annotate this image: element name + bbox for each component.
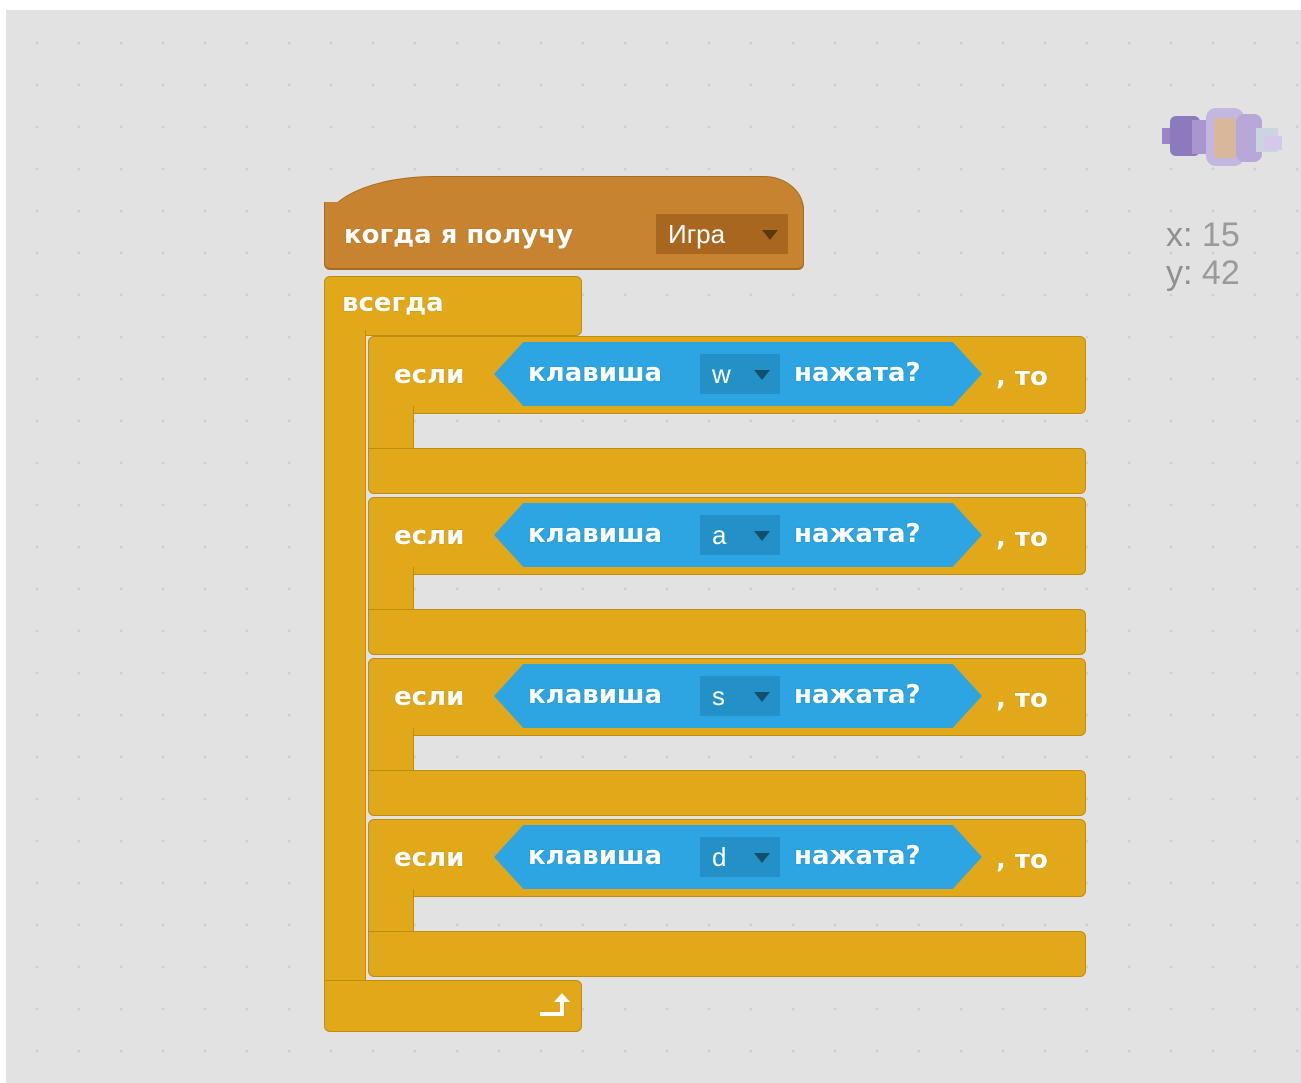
pressed-label: нажата? xyxy=(794,841,921,871)
script-workspace[interactable]: x: 15 y: 42 когда я получу Игра всегда е… xyxy=(6,10,1301,1083)
y-value: 42 xyxy=(1201,254,1240,292)
when-i-receive-label: когда я получу xyxy=(344,220,574,250)
message-value: Игра xyxy=(668,219,726,249)
dropdown-arrow-icon xyxy=(762,230,778,240)
x-value: 15 xyxy=(1201,216,1240,254)
y-label: y: xyxy=(1166,254,1193,292)
sprite-x-readout: x: 15 xyxy=(1166,216,1276,254)
if-label: если xyxy=(394,682,465,712)
if-then-block[interactable]: если клавиша d нажата? , то xyxy=(368,819,1086,977)
if-label: если xyxy=(394,521,465,551)
if-footer xyxy=(368,931,1086,977)
then-label: , то xyxy=(996,684,1048,714)
sprite-thumbnail xyxy=(1162,108,1282,166)
if-then-block[interactable]: если клавиша w нажата? , то xyxy=(368,336,1086,494)
if-label: если xyxy=(394,360,465,390)
key-value: s xyxy=(712,681,725,711)
if-then-block[interactable]: если клавиша a нажата? , то xyxy=(368,497,1086,655)
then-label: , то xyxy=(996,362,1048,392)
if-label: если xyxy=(394,843,465,873)
dropdown-arrow-icon xyxy=(754,370,770,380)
key-label: клавиша xyxy=(528,841,663,871)
key-label: клавиша xyxy=(528,519,663,549)
key-value: w xyxy=(712,359,731,389)
dropdown-arrow-icon xyxy=(754,853,770,863)
forever-arm xyxy=(324,330,366,990)
sprite-y-readout: y: 42 xyxy=(1166,254,1276,292)
key-value: a xyxy=(712,520,727,550)
pressed-label: нажата? xyxy=(794,358,921,388)
pressed-label: нажата? xyxy=(794,680,921,710)
if-then-block[interactable]: если клавиша s нажата? , то xyxy=(368,658,1086,816)
message-dropdown[interactable]: Игра xyxy=(656,214,788,254)
key-label: клавиша xyxy=(528,358,663,388)
if-footer xyxy=(368,609,1086,655)
dropdown-arrow-icon xyxy=(754,692,770,702)
key-value: d xyxy=(712,842,727,872)
then-label: , то xyxy=(996,845,1048,875)
key-dropdown[interactable]: s xyxy=(700,676,780,716)
forever-label: всегда xyxy=(342,288,444,318)
key-dropdown[interactable]: d xyxy=(700,837,780,877)
dropdown-arrow-icon xyxy=(754,531,770,541)
loop-arrow-icon xyxy=(540,993,570,1016)
if-footer xyxy=(368,448,1086,494)
then-label: , то xyxy=(996,523,1048,553)
key-dropdown[interactable]: w xyxy=(700,354,780,394)
key-dropdown[interactable]: a xyxy=(700,515,780,555)
key-label: клавиша xyxy=(528,680,663,710)
pressed-label: нажата? xyxy=(794,519,921,549)
if-footer xyxy=(368,770,1086,816)
x-label: x: xyxy=(1166,216,1193,254)
